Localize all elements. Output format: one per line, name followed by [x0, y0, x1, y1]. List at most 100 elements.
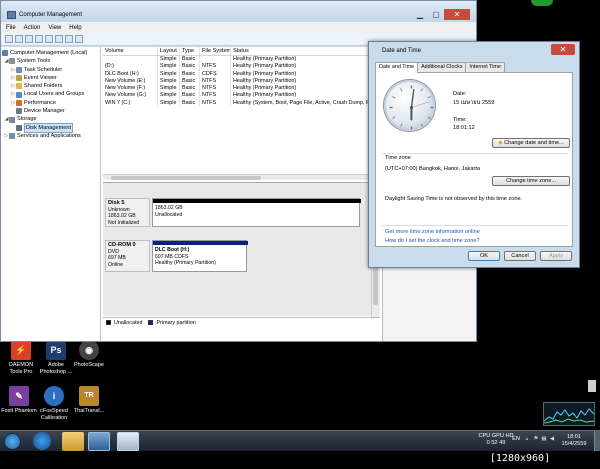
disk-state: Online — [108, 261, 123, 268]
network-meter-gadget[interactable] — [543, 402, 595, 426]
tree-node-root[interactable]: Computer Management (Local) — [1, 49, 100, 57]
menu-view[interactable]: View — [48, 25, 61, 31]
console-tree-icon[interactable] — [35, 35, 43, 43]
tab-additional-clocks[interactable]: Additional Clocks — [417, 62, 467, 72]
tree-node-performance[interactable]: ▷ Performance — [1, 99, 100, 107]
device-icon — [16, 108, 22, 115]
set-clock-help-link[interactable]: How do I set the clock and time zone? — [385, 238, 480, 244]
tab-internet-time[interactable]: Internet Time — [465, 62, 505, 72]
disk-name: CD-ROM 0 — [108, 242, 136, 248]
desktop-icon-daemon-tools[interactable]: ⚡ DAEMON Tools Pro — [2, 340, 40, 375]
tree-node-task-scheduler[interactable]: ▷ Task Scheduler — [1, 66, 100, 74]
cell-layout: Simple — [158, 92, 180, 100]
close-button[interactable]: ✕ — [444, 9, 470, 20]
cell-status: Healthy (Primary Partition) — [231, 92, 380, 100]
network-icon[interactable]: ▦ — [541, 436, 547, 443]
scrollbar-thumb[interactable] — [111, 176, 261, 180]
tree-node-shared-folders[interactable]: ▷ Shared Folders — [1, 82, 100, 90]
export-icon[interactable] — [75, 35, 83, 43]
photoscape-icon: ◉ — [79, 340, 99, 360]
minimize-button[interactable]: ▁ — [412, 9, 428, 20]
maximize-button[interactable]: ▢ — [428, 9, 444, 20]
change-time-zone-button[interactable]: Change time zone... — [492, 176, 570, 186]
tree-node-services[interactable]: ▷ Services and Applications — [1, 132, 100, 140]
dialog-title: Date and Time — [382, 48, 422, 54]
cell-layout: Simple — [158, 77, 180, 86]
disk-name: Disk 5 — [108, 200, 125, 206]
tree-node-event-viewer[interactable]: ▷ Event Viewer — [1, 74, 100, 82]
change-date-time-button[interactable]: ◆ Change date and time... — [492, 138, 570, 148]
column-header-file-system[interactable]: File System — [200, 47, 231, 55]
tab-date-and-time[interactable]: Date and Time — [375, 62, 419, 73]
dialog-close-button[interactable]: ✕ — [551, 44, 575, 55]
tree-node-disk-management[interactable]: Disk Management — [1, 122, 100, 133]
up-folder-icon[interactable] — [25, 35, 33, 43]
help-icon[interactable] — [45, 35, 53, 43]
cell-status: Healthy (Primary Partition) — [231, 70, 380, 78]
desktop-icon-cfosspeed[interactable]: i cFosSpeed Calibration — [35, 386, 73, 421]
ok-button[interactable]: OK — [468, 251, 500, 261]
column-header-type[interactable]: Type — [180, 47, 200, 55]
cell-volume — [103, 56, 158, 64]
table-row[interactable]: New Volume (F:) Simple Basic NTFS Healthy (P… — [103, 85, 380, 93]
foxit-icon: ✎ — [9, 386, 29, 406]
time-label: Time: — [453, 117, 467, 123]
column-header-status[interactable]: Status — [231, 47, 380, 55]
language-indicator[interactable]: EN — [511, 436, 521, 443]
time-value: 18:01:12 — [453, 125, 475, 131]
table-row[interactable]: New Volume (E:) Simple Basic NTFS Healthy (P… — [103, 77, 380, 86]
menu-action[interactable]: Action — [24, 25, 41, 31]
refresh-icon[interactable] — [65, 35, 73, 43]
table-row[interactable]: WIN 7 (C:) Simple Basic NTFS Healthy (System… — [103, 99, 380, 108]
cdrom-0-partition[interactable]: DLC Boot (H:) 697 MB CDFS Healthy (Prima… — [152, 240, 248, 272]
menu-file[interactable]: File — [6, 25, 16, 31]
properties-icon[interactable] — [55, 35, 63, 43]
disk-5-partition[interactable]: 1863.02 GB Unallocated — [152, 198, 361, 227]
desktop-icon-photoscape[interactable]: ◉ PhotoScape — [70, 340, 108, 369]
volume-icon[interactable]: ◀ — [549, 436, 555, 443]
clock-date[interactable]: 15/4/2559 — [556, 441, 592, 448]
internet-explorer-icon[interactable] — [33, 432, 51, 450]
computer-management-icon — [7, 11, 16, 19]
time-zone-info-link[interactable]: Get more time zone information online — [385, 229, 480, 235]
change-date-time-label: Change date and time... — [504, 140, 564, 146]
disk-5-label[interactable]: Disk 5 Unknown 1863.02 GB Not Initialize… — [105, 198, 150, 227]
show-desktop-button[interactable] — [594, 431, 600, 452]
cell-type: Basic — [180, 70, 200, 78]
clock-time[interactable]: 18:01 — [556, 434, 592, 441]
start-button[interactable] — [4, 433, 21, 450]
volume-list-horizontal-scrollbar[interactable] — [103, 174, 380, 180]
column-header-layout[interactable]: Layout — [158, 47, 180, 55]
apply-button[interactable]: Apply — [540, 251, 572, 261]
computer-icon — [2, 50, 8, 57]
date-time-taskbar-icon[interactable] — [117, 432, 139, 451]
tray-up-arrow-icon[interactable]: ▴ — [524, 436, 530, 443]
desktop-icon-foxit[interactable]: ✎ Foxit Phantom — [0, 386, 38, 415]
menu-help[interactable]: Help — [69, 25, 81, 31]
watermark-text: [1280x960] https://upic.me/ — [440, 451, 600, 469]
tree-node-device-manager[interactable]: Device Manager — [1, 107, 100, 115]
tree-node-system-tools[interactable]: ◢ System Tools — [1, 57, 100, 65]
table-row[interactable]: (D:) Simple Basic NTFS Healthy (Primary Part… — [103, 63, 380, 71]
cancel-button[interactable]: Cancel — [504, 251, 536, 261]
file-explorer-icon[interactable] — [62, 432, 84, 451]
column-header-volume[interactable]: Volume — [103, 47, 158, 55]
dialog-title-bar[interactable]: Date and Time ✕ — [369, 42, 579, 58]
cdrom-0-label[interactable]: CD-ROM 0 DVD 697 MB Online — [105, 240, 150, 272]
back-icon[interactable] — [5, 35, 13, 43]
flag-icon[interactable]: ⚑ — [533, 436, 539, 443]
clock-tick — [392, 116, 396, 119]
cfosspeed-icon: i — [44, 386, 64, 406]
desktop-icon-thaitransl[interactable]: TR ThaiTransl... — [70, 386, 108, 415]
table-row[interactable]: New Volume (G:) Simple Basic NTFS Healthy (P… — [103, 92, 380, 100]
tree-node-local-users[interactable]: ▷ Local Users and Groups — [1, 90, 100, 98]
forward-icon[interactable] — [15, 35, 23, 43]
cell-type: Basic — [180, 99, 200, 108]
side-gadget-tab[interactable] — [588, 380, 596, 392]
title-bar[interactable]: Computer Management ▁ ▢ ✕ — [1, 1, 476, 22]
table-row[interactable]: DLC Boot (H:) Simple Basic CDFS Healthy (Pri… — [103, 70, 380, 78]
computer-management-taskbar-icon[interactable] — [88, 432, 110, 451]
window-title: Computer Management — [19, 12, 83, 18]
table-row[interactable]: Simple Basic Healthy (Primary Partition) — [103, 56, 380, 64]
partition-status: Unallocated — [155, 211, 183, 218]
